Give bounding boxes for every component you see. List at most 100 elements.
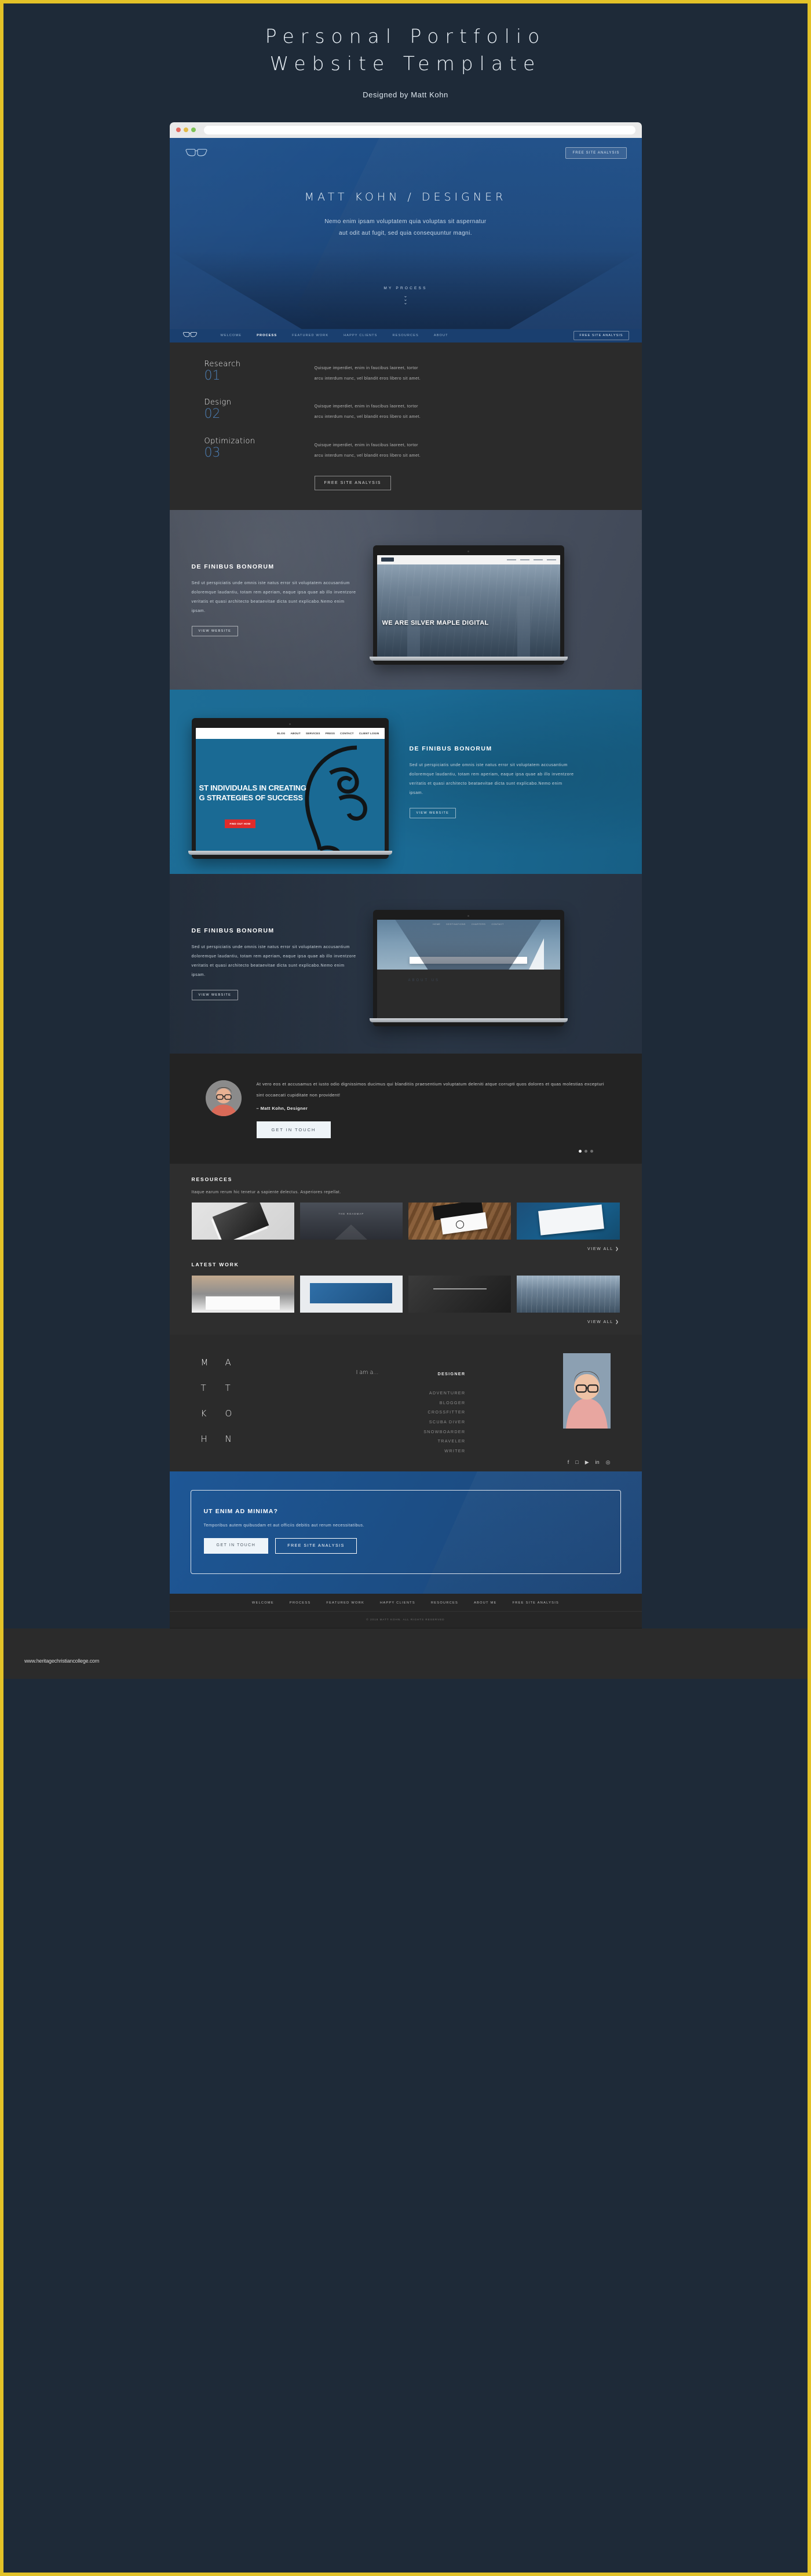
carousel-dot-3[interactable] — [590, 1149, 593, 1153]
footer-link-happy-clients[interactable]: HAPPY CLIENTS — [380, 1601, 415, 1605]
dribbble-icon[interactable]: ◎ — [606, 1459, 611, 1466]
carousel-dots[interactable] — [578, 1149, 593, 1153]
nav-item-resources[interactable]: RESOURCES — [393, 334, 419, 337]
about-section: M A T T K O H N I am a... DESIGNER ADVEN… — [169, 1335, 642, 1471]
roles-list: DESIGNER ADVENTURER BLOGGER CROSSFITTER … — [401, 1369, 465, 1456]
mock-nav-press[interactable]: PRESS — [326, 732, 335, 735]
footer-link-featured-work[interactable]: FEATURED WORK — [326, 1601, 364, 1605]
resource-card-caption: THE ROADMAP — [338, 1212, 364, 1216]
featured-work-copy: Sed ut perspiciatis unde omnis iste natu… — [191, 943, 356, 978]
mock-nav-client-login[interactable]: CLIENT LOGIN — [359, 732, 379, 735]
view-website-button[interactable]: VIEW WEBSITE — [191, 990, 239, 1001]
iam-label: I am a... — [356, 1369, 379, 1376]
mock-headline-line1: ST INDIVIDUALS IN CREATING — [199, 784, 306, 793]
featured-work-title: DE FINIBUS BONORUM — [409, 745, 492, 752]
chevron-down-icon[interactable]: ⌄ ⌄ ⌄ — [170, 293, 642, 305]
facebook-icon[interactable]: f — [568, 1459, 569, 1466]
carousel-dot-2[interactable] — [584, 1149, 587, 1153]
role-item: BLOGGER — [439, 1400, 466, 1405]
mock-find-out-how-button[interactable]: FIND OUT HOW — [224, 819, 256, 829]
instagram-icon[interactable]: □ — [575, 1459, 578, 1466]
process-step: Optimization 03 Quisque imperdiet, enim … — [204, 437, 607, 461]
nav-item-process[interactable]: PROCESS — [257, 334, 277, 337]
mock-search-bar[interactable] — [410, 957, 527, 964]
footer-link-free-site-analysis[interactable]: FREE SITE ANALYSIS — [513, 1601, 560, 1605]
sailboat-icon — [528, 938, 544, 970]
laptop-mockup: BLOG ABOUT SERVICES PRESS CONTACT CLIENT… — [188, 718, 392, 859]
nav-item-about[interactable]: ABOUT — [434, 334, 448, 337]
navbar-glasses-icon[interactable] — [182, 330, 221, 341]
view-website-button[interactable]: VIEW WEBSITE — [409, 808, 456, 819]
work-card[interactable] — [299, 1276, 403, 1313]
resource-card[interactable] — [408, 1203, 512, 1240]
cta-title: UT ENIM AD MINIMA? — [203, 1507, 278, 1515]
seal-icon — [455, 1220, 464, 1229]
role-item: ADVENTURER — [429, 1390, 466, 1396]
latest-work-view-all[interactable]: VIEW ALL ❯ — [192, 1313, 620, 1335]
process-step-copy: Quisque imperdiet, enim in faucibus laor… — [315, 360, 421, 384]
featured-work-band-3: DE FINIBUS BONORUM Sed ut perspiciatis u… — [169, 873, 642, 1054]
iam-block: I am a... DESIGNER ADVENTURER BLOGGER CR… — [259, 1350, 563, 1456]
maximize-icon[interactable] — [191, 127, 196, 133]
resource-card[interactable]: THE ROADMAP — [299, 1203, 403, 1240]
mock-nav-contact[interactable]: CONTACT — [340, 732, 354, 735]
name-letter: T — [225, 1383, 231, 1394]
mock-nav-contact[interactable]: CONTACT — [491, 923, 503, 926]
footer-link-about-me[interactable]: ABOUT ME — [474, 1601, 497, 1605]
mock-website-a: WE ARE SILVER MAPLE DIGITAL — [377, 555, 560, 657]
cta-free-site-analysis-button[interactable]: FREE SITE ANALYSIS — [275, 1537, 357, 1554]
portrait-photo — [562, 1353, 611, 1429]
mock-nav-services[interactable]: SERVICES — [306, 732, 320, 735]
chevron-right-icon: ❯ — [615, 1320, 620, 1325]
resource-card[interactable] — [517, 1203, 620, 1240]
navbar-cta-button[interactable]: FREE SITE ANALYSIS — [573, 331, 629, 341]
footer-link-process[interactable]: PROCESS — [290, 1601, 310, 1605]
process-step-heading: Design 02 — [204, 398, 315, 421]
process-step-number: 02 — [204, 407, 221, 422]
work-card[interactable] — [191, 1276, 294, 1313]
featured-work-copy: Sed ut perspiciatis unde omnis iste natu… — [191, 580, 356, 614]
minimize-icon[interactable] — [183, 127, 188, 133]
nav-item-featured-work[interactable]: FEATURED WORK — [292, 334, 328, 337]
hero-scroll-hint[interactable]: MY PROCESS ⌄ ⌄ ⌄ — [170, 286, 642, 305]
carousel-dot-1[interactable] — [578, 1149, 582, 1153]
mock-nav-home[interactable]: HOME — [433, 923, 440, 926]
linkedin-icon[interactable]: in — [596, 1459, 600, 1466]
resource-card[interactable] — [191, 1203, 294, 1240]
resources-view-all[interactable]: VIEW ALL ❯ — [192, 1240, 620, 1262]
resources-subtitle: Itaque earum rerum hic tenetur a sapient… — [191, 1190, 341, 1195]
work-card[interactable] — [408, 1276, 512, 1313]
address-bar[interactable] — [203, 125, 635, 134]
view-website-button[interactable]: VIEW WEBSITE — [191, 626, 239, 637]
mock-nav-about[interactable]: ABOUT — [291, 732, 301, 735]
hero-cta-button[interactable]: FREE SITE ANALYSIS — [565, 147, 627, 159]
footer-link-welcome[interactable]: WELCOME — [252, 1601, 274, 1605]
glasses-icon[interactable] — [185, 148, 208, 158]
process-cta-button[interactable]: FREE SITE ANALYSIS — [314, 475, 391, 490]
promo-subtitle: Designed by Matt Kohn — [363, 90, 448, 99]
work-card[interactable] — [517, 1276, 620, 1313]
get-in-touch-button[interactable]: GET IN TOUCH — [256, 1121, 331, 1139]
footer-copyright: © 2018 MATT KOHN. ALL RIGHTS RESERVED — [169, 1611, 642, 1628]
footer-link-resources[interactable]: RESOURCES — [431, 1601, 458, 1605]
webcam-icon — [289, 723, 291, 726]
mock-nav-charters[interactable]: CHARTERS — [472, 923, 486, 926]
view-all-label: VIEW ALL — [587, 1320, 613, 1325]
cta-box: UT ENIM AD MINIMA? Temporibus autem quib… — [190, 1489, 621, 1574]
process-step-heading: Optimization 03 — [204, 437, 315, 460]
process-step: Research 01 Quisque imperdiet, enim in f… — [204, 360, 607, 384]
cta-get-in-touch-button[interactable]: GET IN TOUCH — [203, 1537, 269, 1554]
featured-work-title: DE FINIBUS BONORUM — [191, 927, 275, 934]
close-icon[interactable] — [176, 127, 181, 133]
mock-about-heading: ABOUT US — [377, 970, 560, 1019]
nav-item-happy-clients[interactable]: HAPPY CLIENTS — [344, 334, 377, 337]
hero-tagline-line2: aut odit aut fugit, sed quia consequuntu… — [339, 230, 472, 237]
cta-subtitle: Temporibus autem quibusdam et aut offici… — [203, 1522, 364, 1528]
youtube-icon[interactable]: ▶ — [585, 1459, 589, 1466]
nav-item-welcome[interactable]: WELCOME — [221, 334, 242, 337]
featured-work-band-1: DE FINIBUS BONORUM Sed ut perspiciatis u… — [169, 509, 642, 690]
chevron-right-icon: ❯ — [615, 1247, 620, 1252]
mock-nav-blog[interactable]: BLOG — [277, 732, 285, 735]
mock-nav-destinations[interactable]: DESTINATIONS — [446, 923, 466, 926]
testimonial-body: At vero eos et accusamus et iusto odio d… — [256, 1077, 606, 1139]
